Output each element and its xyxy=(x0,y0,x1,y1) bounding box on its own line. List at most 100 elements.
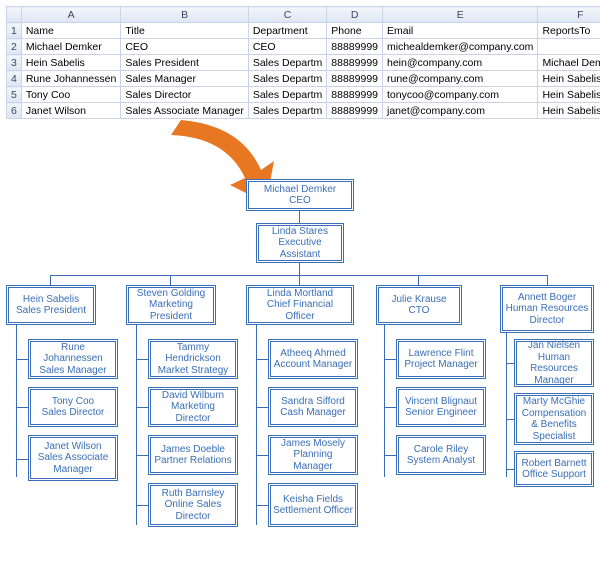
org-node: Sandra Sifford Cash Manager xyxy=(268,387,358,427)
cell[interactable]: Sales Departm xyxy=(248,71,326,87)
cell[interactable]: rune@company.com xyxy=(383,71,538,87)
org-node-l2: Steven Golding Marketing President xyxy=(126,285,216,325)
node-name: Tony Coo xyxy=(52,396,94,408)
col-header-f[interactable]: F xyxy=(538,7,600,23)
org-node: Keisha Fields Settlement Officer xyxy=(268,483,358,527)
cell[interactable]: Tony Coo xyxy=(21,87,121,103)
org-node: Tammy Hendrickson Market Strategy xyxy=(148,339,238,379)
cell[interactable]: Department xyxy=(248,23,326,39)
cell[interactable]: CEO xyxy=(121,39,248,55)
org-node: Robert Barnett Office Support xyxy=(514,451,594,487)
node-title: Chief Financial Officer xyxy=(251,299,349,322)
cell[interactable]: Michael Demker xyxy=(538,55,600,71)
node-title: Market Strategy xyxy=(158,365,229,377)
cell[interactable]: Hein Sabelis xyxy=(538,71,600,87)
node-name: David Wilburn xyxy=(162,390,224,402)
table-row: 4 Rune Johannessen Sales Manager Sales D… xyxy=(7,71,600,87)
node-name: Linda Stares xyxy=(272,226,328,238)
org-node: Atheeq Ahmed Account Manager xyxy=(268,339,358,379)
node-name: Carole Riley xyxy=(414,444,468,456)
cell[interactable]: Michael Demker xyxy=(21,39,121,55)
table-row: 3 Hein Sabelis Sales President Sales Dep… xyxy=(7,55,600,71)
cell[interactable]: Sales President xyxy=(121,55,248,71)
node-name: Linda Mortland xyxy=(267,288,333,300)
col-header-e[interactable]: E xyxy=(383,7,538,23)
cell[interactable]: Email xyxy=(383,23,538,39)
node-title: Office Support xyxy=(522,469,586,481)
col-header-b[interactable]: B xyxy=(121,7,248,23)
col-header-a[interactable]: A xyxy=(21,7,121,23)
table-row: 1 Name Title Department Phone Email Repo… xyxy=(7,23,600,39)
cell[interactable]: 88889999 xyxy=(327,103,383,119)
cell[interactable]: 88889999 xyxy=(327,87,383,103)
cell[interactable]: Title xyxy=(121,23,248,39)
cell[interactable]: Hein Sabelis xyxy=(538,87,600,103)
row-num[interactable]: 3 xyxy=(7,55,22,71)
row-num[interactable]: 2 xyxy=(7,39,22,55)
cell[interactable]: ReportsTo xyxy=(538,23,600,39)
cell[interactable]: 88889999 xyxy=(327,55,383,71)
org-node-l2: Annett Boger Human Resources Director xyxy=(500,285,594,333)
table-row: 5 Tony Coo Sales Director Sales Departm … xyxy=(7,87,600,103)
corner-cell xyxy=(7,7,22,23)
node-title: Partner Relations xyxy=(154,455,231,467)
cell[interactable]: Rune Johannessen xyxy=(21,71,121,87)
node-title: Sales Director xyxy=(42,407,105,419)
row-num[interactable]: 5 xyxy=(7,87,22,103)
org-chart: Michael Demker CEO Linda Stares Executiv… xyxy=(6,179,594,559)
cell[interactable] xyxy=(538,39,600,55)
node-title: CEO xyxy=(289,195,311,207)
org-node-assistant: Linda Stares Executive Assistant xyxy=(256,223,344,263)
cell[interactable]: Hein Sabelis xyxy=(538,103,600,119)
node-name: Atheeq Ahmed xyxy=(280,348,346,360)
cell[interactable]: Name xyxy=(21,23,121,39)
org-node: James Doeble Partner Relations xyxy=(148,435,238,475)
node-title: Project Manager xyxy=(404,359,477,371)
cell[interactable]: Sales Departm xyxy=(248,87,326,103)
org-node: Vincent Blignaut Senior Engineer xyxy=(396,387,486,427)
node-name: Steven Golding xyxy=(137,288,205,300)
cell[interactable]: Janet Wilson xyxy=(21,103,121,119)
node-title: Planning Manager xyxy=(273,449,353,472)
cell[interactable]: Sales Manager xyxy=(121,71,248,87)
cell[interactable]: Sales Departm xyxy=(248,55,326,71)
node-title: Sales Associate Manager xyxy=(33,452,113,475)
node-name: Sandra Sifford xyxy=(281,396,345,408)
cell[interactable]: Sales Director xyxy=(121,87,248,103)
node-title: Cash Manager xyxy=(280,407,346,419)
node-name: Lawrence Flint xyxy=(408,348,473,360)
cell[interactable]: Phone xyxy=(327,23,383,39)
node-title: Sales President xyxy=(16,305,86,317)
node-title: CTO xyxy=(409,305,430,317)
node-name: Tammy Hendrickson xyxy=(153,342,233,365)
org-node: James Mosely Planning Manager xyxy=(268,435,358,475)
cell[interactable]: 88889999 xyxy=(327,71,383,87)
row-num[interactable]: 1 xyxy=(7,23,22,39)
node-title: System Analyst xyxy=(407,455,475,467)
arrow-container xyxy=(6,119,594,179)
org-node: David Wilburn Marketing Director xyxy=(148,387,238,427)
cell[interactable]: hein@company.com xyxy=(383,55,538,71)
cell[interactable]: Hein Sabelis xyxy=(21,55,121,71)
node-title: Human Resources Manager xyxy=(519,352,589,387)
node-title: Marketing Director xyxy=(153,401,233,424)
cell[interactable]: tonycoo@company.com xyxy=(383,87,538,103)
row-num[interactable]: 6 xyxy=(7,103,22,119)
cell[interactable]: 88889999 xyxy=(327,39,383,55)
cell[interactable]: michealdemker@company.com xyxy=(383,39,538,55)
org-node: Janet Wilson Sales Associate Manager xyxy=(28,435,118,481)
node-title: Compensation & Benefits Specialist xyxy=(519,408,589,443)
org-node: Jan Nielsen Human Resources Manager xyxy=(514,339,594,387)
node-name: Janet Wilson xyxy=(44,441,101,453)
cell[interactable]: janet@company.com xyxy=(383,103,538,119)
col-header-d[interactable]: D xyxy=(327,7,383,23)
org-node-l2: Julie Krause CTO xyxy=(376,285,462,325)
node-name: Marty McGhie xyxy=(523,396,585,408)
col-header-c[interactable]: C xyxy=(248,7,326,23)
cell[interactable]: CEO xyxy=(248,39,326,55)
node-title: Sales Manager xyxy=(39,365,106,377)
node-name: James Doeble xyxy=(161,444,225,456)
row-num[interactable]: 4 xyxy=(7,71,22,87)
table-row: 2 Michael Demker CEO CEO 88889999 michea… xyxy=(7,39,600,55)
column-header-row: A B C D E F xyxy=(7,7,600,23)
